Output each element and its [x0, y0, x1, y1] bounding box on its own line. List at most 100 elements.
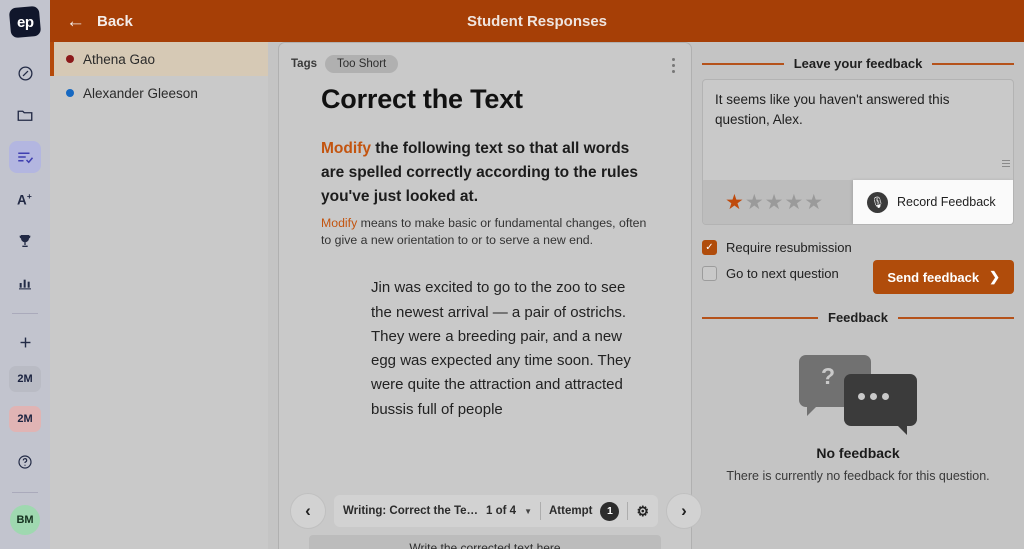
assignments-check-icon	[16, 148, 34, 166]
tags-row: Tags Too Short	[291, 55, 399, 73]
svg-text:+: +	[26, 191, 31, 201]
icon-rail: ep A + 2M 2M BM	[0, 0, 50, 549]
question-circle-icon	[17, 454, 33, 470]
send-feedback-button[interactable]: Send feedback ❯	[873, 260, 1014, 294]
resize-handle-icon[interactable]	[1002, 158, 1010, 167]
app-logo[interactable]: ep	[8, 5, 42, 39]
question-definition: Modify means to make basic or fundamenta…	[279, 209, 691, 248]
app-root: ep A + 2M 2M BM ← Back Student Responses…	[0, 0, 1024, 549]
rail-badge-label: 2M	[17, 413, 33, 425]
rail-item-achievements[interactable]	[9, 225, 41, 257]
question-mark-glyph: ?	[821, 363, 836, 389]
rail-item-compass[interactable]	[9, 57, 41, 89]
chevron-right-icon: ❯	[989, 269, 1000, 284]
student-list: Athena Gao Alexander Gleeson	[50, 42, 268, 549]
back-button[interactable]: ← Back	[50, 12, 133, 31]
a-plus-icon: A +	[16, 191, 35, 208]
no-feedback-empty-state: ? No feedback There is currently no feed…	[702, 333, 1014, 483]
checkbox-require-resubmission[interactable]: ✓	[702, 239, 717, 255]
arrow-left-icon: ←	[66, 10, 85, 32]
rail-item-grading[interactable]: A +	[9, 183, 41, 215]
avatar[interactable]: BM	[10, 505, 40, 535]
trophy-icon	[17, 233, 33, 249]
record-feedback-button[interactable]: 🎙 Record Feedback	[853, 180, 1013, 224]
divider-line-left	[702, 316, 819, 319]
divider-line-left	[702, 62, 784, 65]
bar-chart-icon	[17, 275, 33, 291]
pager-position: 1 of 4	[486, 505, 517, 517]
rating-stars[interactable]: ★ ★ ★ ★ ★	[703, 192, 823, 213]
checkbox-go-to-next-question[interactable]	[702, 265, 717, 281]
rail-badge-label: 2M	[17, 373, 33, 385]
star-5[interactable]: ★	[804, 192, 823, 213]
star-3[interactable]: ★	[765, 192, 784, 213]
chevron-left-icon: ‹	[305, 501, 311, 520]
kebab-menu-icon[interactable]	[668, 55, 679, 76]
feedback-heading: Feedback	[702, 310, 1015, 325]
caret-down-icon[interactable]: ▼	[524, 507, 532, 516]
back-label: Back	[97, 12, 133, 30]
folder-icon	[16, 106, 34, 124]
pager-question-label[interactable]: Writing: Correct the Te…	[343, 505, 478, 517]
record-feedback-label: Record Feedback	[897, 195, 996, 209]
bubble-reply	[844, 374, 917, 435]
attempt-label: Attempt	[549, 505, 593, 517]
status-dot	[66, 89, 74, 97]
rail-divider	[12, 313, 38, 314]
gear-icon[interactable]: ⚙	[636, 503, 649, 520]
option-require-resubmission[interactable]: ✓ Require resubmission	[702, 234, 1014, 260]
rail-badge-marking[interactable]: 2M	[9, 406, 41, 432]
student-name: Alexander Gleeson	[83, 85, 198, 101]
empty-state-title: No feedback	[816, 445, 900, 461]
star-4[interactable]: ★	[784, 192, 803, 213]
question-title: Correct the Text	[321, 84, 523, 114]
pager-bar: Writing: Correct the Te… 1 of 4 ▼ Attemp…	[334, 495, 659, 527]
avatar-initials: BM	[16, 514, 34, 526]
send-feedback-label: Send feedback	[887, 269, 980, 285]
definition-keyword: Modify	[321, 216, 358, 231]
tags-label: Tags	[291, 58, 317, 70]
previous-question-button[interactable]: ‹	[290, 493, 326, 529]
student-list-item-athena-gao[interactable]: Athena Gao	[50, 42, 268, 76]
rail-item-help[interactable]	[9, 446, 41, 478]
definition-rest: means to make basic or fundamental chang…	[321, 216, 647, 247]
instruction-keyword: Modify	[321, 140, 371, 157]
microphone-icon: 🎙	[867, 191, 888, 213]
student-name: Athena Gao	[83, 51, 156, 67]
rail-item-add[interactable]	[9, 326, 41, 358]
student-list-item-alexander-gleeson[interactable]: Alexander Gleeson	[50, 76, 268, 110]
next-question-button[interactable]: ›	[666, 493, 703, 529]
feedback-toolbar: ★ ★ ★ ★ ★ 🎙 Record Feedback	[703, 180, 1013, 224]
question-pager: ‹ Writing: Correct the Te… 1 of 4 ▼ Atte…	[290, 493, 703, 529]
app-logo-text: ep	[16, 13, 34, 31]
rail-divider-bottom	[12, 492, 38, 493]
page-title: Student Responses	[466, 12, 608, 30]
star-1[interactable]: ★	[725, 192, 744, 213]
tag-chip-too-short[interactable]: Too Short	[325, 55, 399, 73]
rail-item-reports[interactable]	[9, 267, 41, 299]
question-passage: Jin was excited to go to the zoo to see …	[371, 279, 631, 418]
feedback-textarea[interactable]: It seems like you haven't answered this …	[703, 80, 1013, 180]
divider-line-right	[898, 316, 1015, 319]
svg-text:A: A	[17, 192, 27, 207]
status-dot	[66, 55, 74, 63]
question-panel: Tags Too Short Correct the Text Modify t…	[268, 42, 703, 549]
feedback-title: Feedback	[828, 310, 888, 325]
answer-area[interactable]: Write the corrected text here	[309, 535, 661, 549]
option-label: Go to next question	[726, 265, 839, 281]
star-2[interactable]: ★	[745, 192, 764, 213]
option-label: Require resubmission	[726, 239, 852, 255]
compass-icon	[17, 65, 34, 82]
feedback-panel: Leave your feedback It seems like you ha…	[692, 42, 1024, 549]
plus-icon	[17, 334, 34, 351]
rail-item-folder[interactable]	[9, 99, 41, 131]
question-instruction: Modify the following text so that all wo…	[279, 115, 691, 209]
chat-bubbles-icon: ?	[799, 355, 917, 435]
attempt-badge[interactable]: 1	[600, 501, 620, 521]
rail-badge-library[interactable]: 2M	[9, 366, 41, 392]
pager-divider	[540, 502, 541, 520]
rail-item-assignments[interactable]	[9, 141, 41, 173]
leave-feedback-title: Leave your feedback	[793, 56, 923, 71]
top-header: ← Back Student Responses	[50, 0, 1024, 42]
feedback-textarea-wrapper: It seems like you haven't answered this …	[702, 79, 1014, 225]
